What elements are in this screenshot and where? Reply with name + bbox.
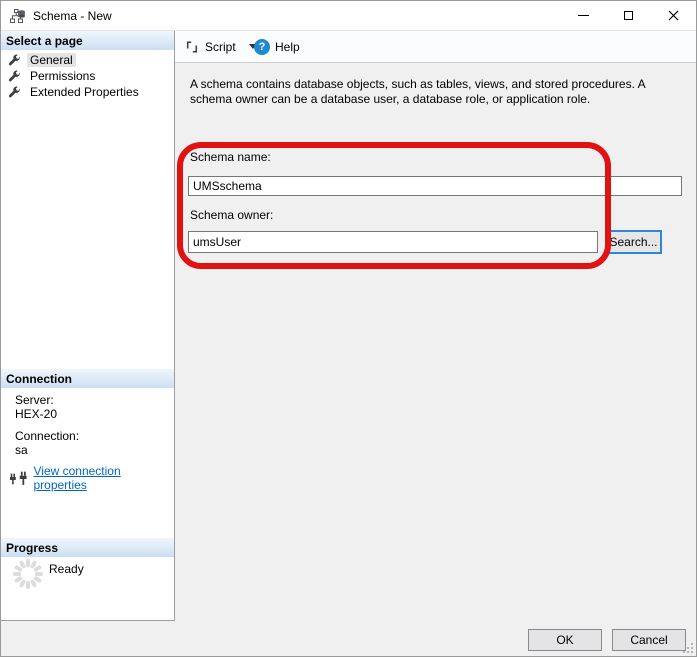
toolbar: Script ? Help: [175, 31, 696, 63]
server-value: HEX-20: [15, 407, 57, 421]
script-button[interactable]: Script: [184, 31, 257, 62]
view-connection-properties-row: View connection properties: [8, 464, 174, 492]
sidebar-item-label: General: [27, 53, 76, 67]
connection-label: Connection:: [15, 429, 79, 443]
ok-button[interactable]: OK: [528, 629, 602, 651]
view-connection-properties-link[interactable]: View connection properties: [33, 464, 174, 492]
sidebar: Select a page General Permissions Extend…: [1, 31, 175, 621]
minimize-icon: [578, 15, 589, 16]
wrench-icon: [8, 70, 21, 83]
title-bar: Schema - New: [1, 1, 696, 31]
script-icon: [184, 39, 200, 55]
help-button[interactable]: ? Help: [254, 31, 300, 62]
schema-icon: [10, 8, 26, 24]
progress-status: Ready: [49, 562, 84, 576]
sidebar-item-extended-properties[interactable]: Extended Properties: [1, 84, 174, 100]
schema-name-input[interactable]: [188, 176, 682, 196]
server-label: Server:: [15, 393, 54, 407]
sidebar-item-general[interactable]: General: [1, 52, 174, 68]
schema-owner-input[interactable]: [188, 231, 598, 253]
progress-spinner-icon: [11, 557, 45, 591]
wrench-icon: [8, 86, 21, 99]
script-label: Script: [205, 40, 236, 54]
cancel-button[interactable]: Cancel: [612, 629, 686, 651]
schema-description: A schema contains database objects, such…: [190, 77, 684, 107]
main-panel: Script ? Help A schema contains database…: [175, 31, 696, 621]
minimize-button[interactable]: [561, 1, 606, 30]
help-icon: ?: [254, 39, 270, 55]
window-title: Schema - New: [33, 9, 112, 23]
wrench-icon: [8, 54, 21, 67]
progress-header: Progress: [1, 538, 174, 557]
sidebar-item-permissions[interactable]: Permissions: [1, 68, 174, 84]
maximize-icon: [624, 11, 633, 20]
maximize-button[interactable]: [606, 1, 651, 30]
connection-properties-icon: [8, 471, 29, 486]
connection-header: Connection: [1, 369, 174, 388]
close-button[interactable]: [651, 1, 696, 30]
sidebar-item-label: Permissions: [27, 69, 98, 83]
footer: OK Cancel: [1, 621, 696, 656]
select-page-header: Select a page: [1, 31, 174, 50]
search-button[interactable]: Search...: [605, 230, 662, 254]
connection-value: sa: [15, 443, 28, 457]
help-label: Help: [275, 40, 300, 54]
resize-grip[interactable]: [683, 643, 694, 654]
schema-new-dialog: Schema - New Select a page General Permi…: [0, 0, 697, 657]
sidebar-item-label: Extended Properties: [27, 85, 142, 99]
close-icon: [668, 10, 679, 21]
schema-owner-label: Schema owner:: [190, 208, 273, 222]
schema-name-label: Schema name:: [190, 150, 271, 164]
